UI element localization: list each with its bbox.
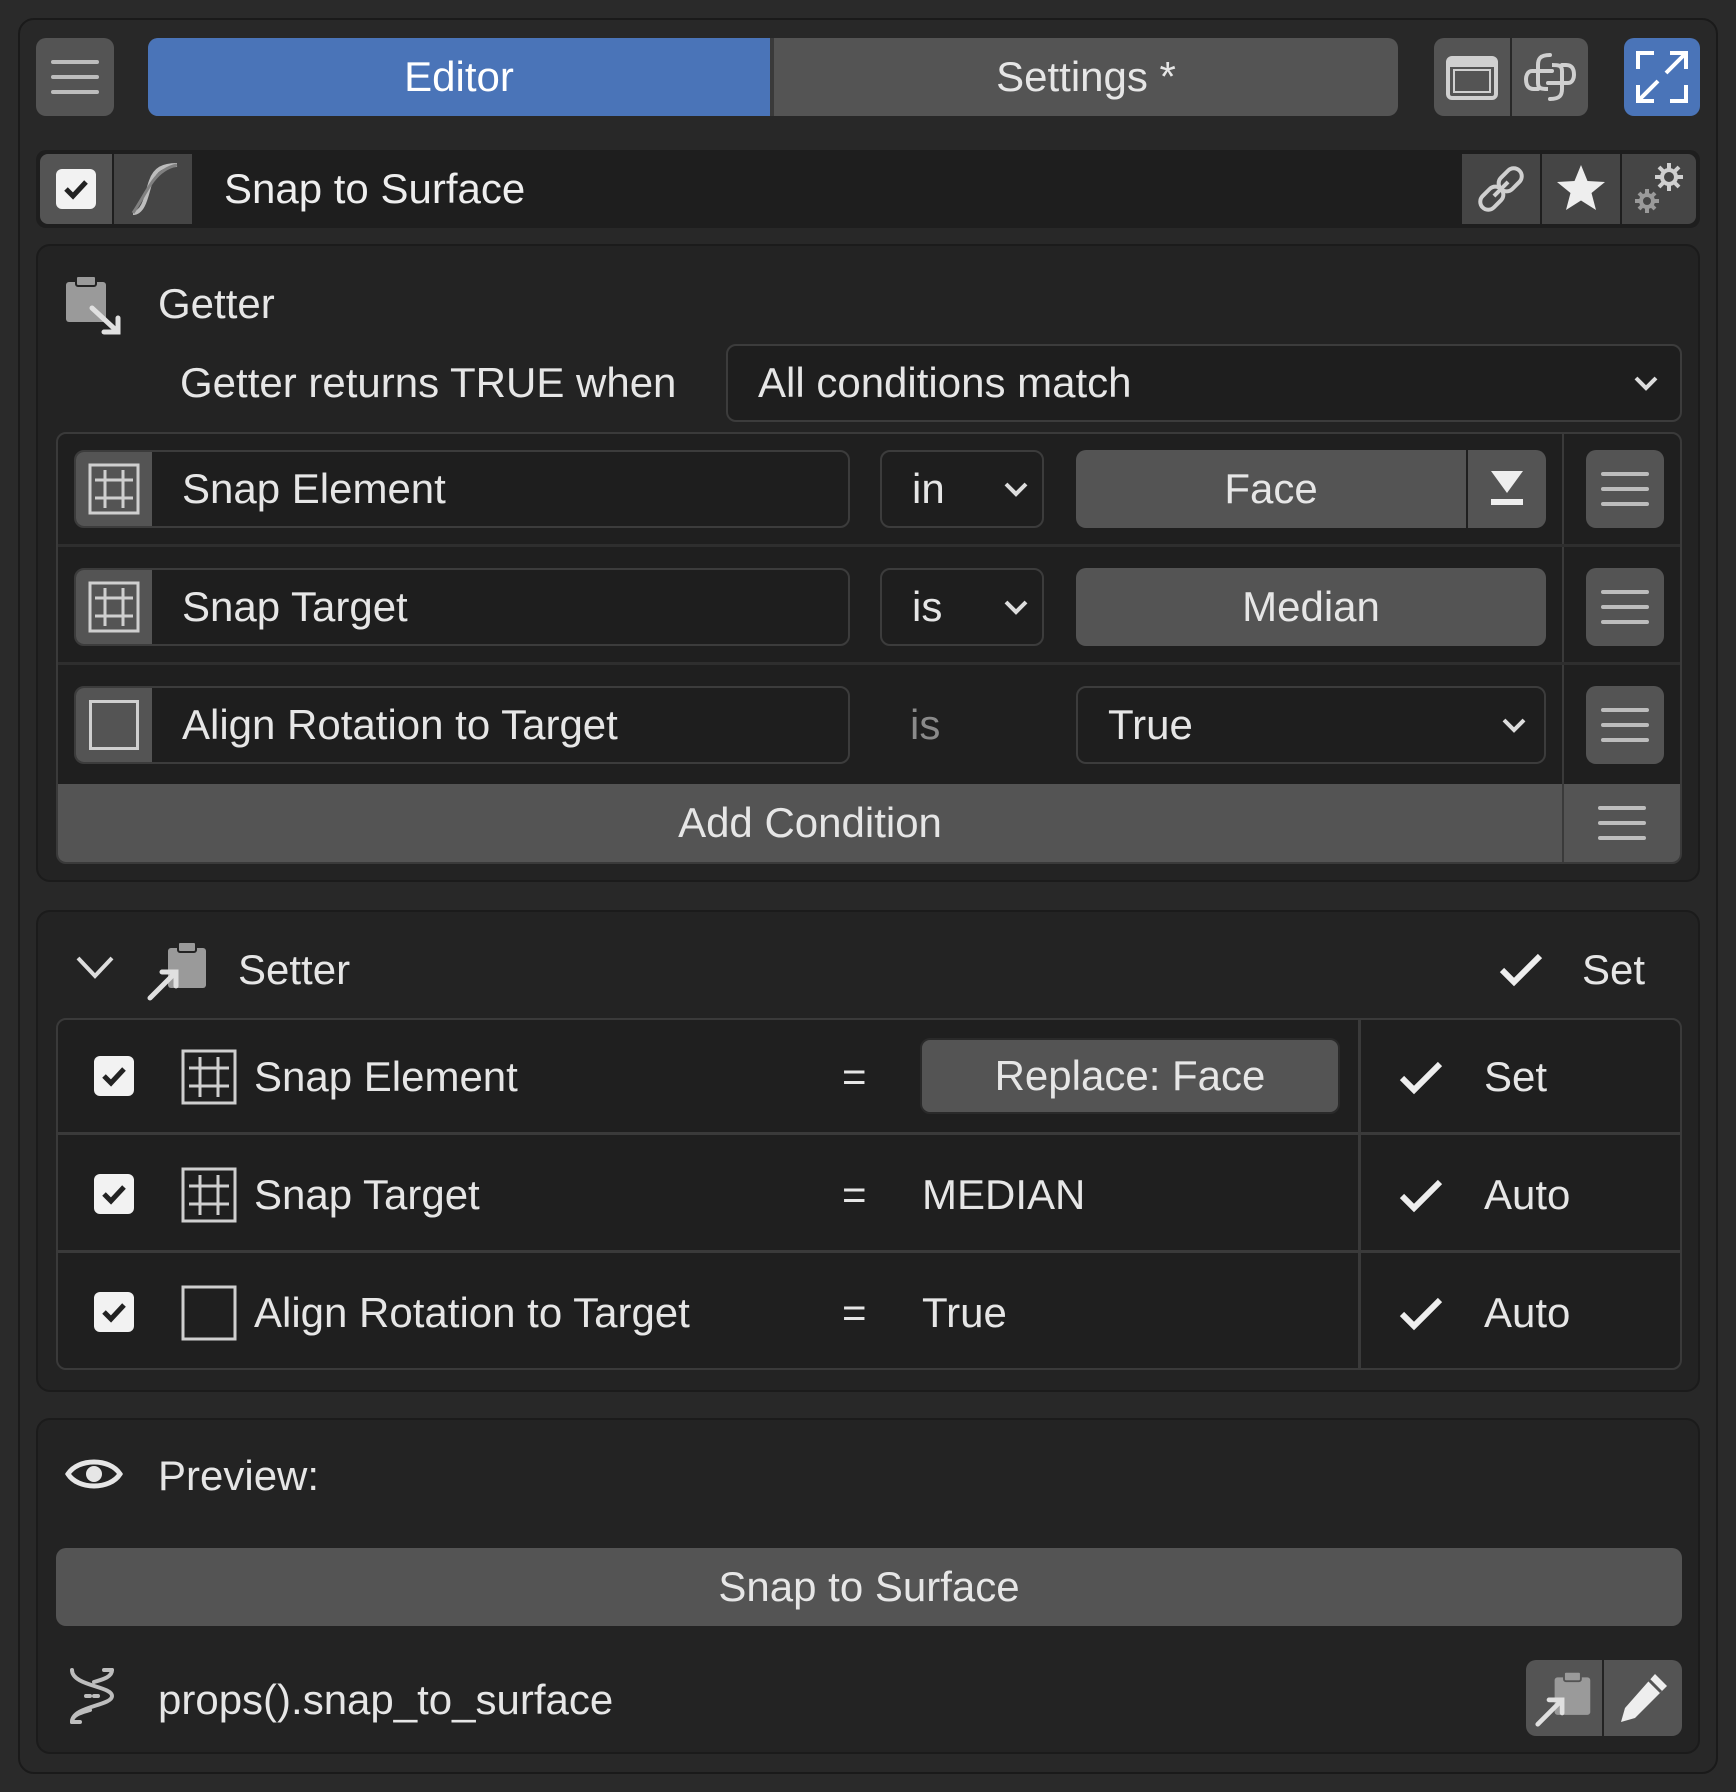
check-icon bbox=[102, 1067, 126, 1087]
getter-icon bbox=[62, 272, 126, 336]
setter-row-mode[interactable]: Auto bbox=[1484, 1158, 1570, 1232]
maximize-icon bbox=[1636, 51, 1688, 103]
setter-row-mode[interactable]: Auto bbox=[1484, 1276, 1570, 1350]
chevron-down-icon[interactable] bbox=[70, 950, 120, 986]
edit-button[interactable] bbox=[1604, 1660, 1682, 1736]
add-condition-menu-button[interactable] bbox=[1564, 784, 1680, 862]
grid-icon bbox=[180, 1048, 238, 1106]
condition-operator-dropdown[interactable]: is bbox=[880, 568, 1044, 646]
link-button[interactable] bbox=[1462, 154, 1540, 224]
clipboard-paste-icon bbox=[1535, 1670, 1591, 1727]
getter-returns-label: Getter returns TRUE when bbox=[180, 359, 677, 406]
curve-icon bbox=[131, 163, 178, 215]
condition-value-dropdown[interactable]: True bbox=[1076, 686, 1546, 764]
check-icon bbox=[1398, 1294, 1444, 1334]
tab-bar: Editor Settings * bbox=[148, 38, 1398, 116]
chevron-down-icon bbox=[1502, 718, 1526, 733]
checkbox-icon bbox=[180, 1284, 238, 1342]
pick-button[interactable] bbox=[1468, 450, 1546, 528]
check-icon bbox=[56, 169, 96, 209]
chevron-down-icon bbox=[1634, 376, 1658, 391]
eye-icon bbox=[64, 1452, 124, 1496]
condition-operator: is bbox=[910, 701, 941, 748]
condition-property[interactable]: Snap Element bbox=[74, 450, 850, 528]
setter-title: Setter bbox=[238, 946, 351, 993]
menu-icon bbox=[1601, 590, 1649, 594]
menu-icon bbox=[1601, 472, 1649, 476]
favorite-button[interactable] bbox=[1542, 154, 1620, 224]
condition-menu-button[interactable] bbox=[1586, 450, 1664, 528]
setter-set-toggle[interactable]: Set bbox=[1582, 940, 1645, 1000]
equals-sign: = bbox=[842, 1289, 867, 1336]
data-path-icon bbox=[64, 1666, 120, 1726]
chevron-down-icon bbox=[1004, 482, 1028, 497]
window-icon bbox=[1446, 56, 1498, 100]
check-icon bbox=[102, 1185, 126, 1205]
check-icon bbox=[1498, 950, 1544, 990]
condition-value: True bbox=[1108, 701, 1193, 748]
condition-menu-button[interactable] bbox=[1586, 568, 1664, 646]
check-icon bbox=[1398, 1176, 1444, 1216]
getter-mode-dropdown[interactable]: All conditions match bbox=[726, 344, 1682, 422]
setter-row-checkbox[interactable] bbox=[94, 1056, 134, 1096]
preview-label: Preview: bbox=[158, 1452, 320, 1499]
condition-value-button[interactable]: Median bbox=[1076, 568, 1546, 646]
condition-operator-dropdown[interactable]: in bbox=[880, 450, 1044, 528]
preview-button[interactable]: Snap to Surface bbox=[56, 1548, 1682, 1626]
pencil-icon bbox=[1621, 1674, 1667, 1722]
setter-row-value[interactable]: True bbox=[922, 1276, 1007, 1350]
main-menu-button[interactable] bbox=[36, 38, 114, 116]
chevron-down-icon bbox=[1004, 600, 1028, 615]
check-icon bbox=[102, 1303, 126, 1323]
condition-operator: is bbox=[912, 583, 943, 630]
setter-row-mode[interactable]: Set bbox=[1484, 1040, 1547, 1114]
setter-row-property: Snap Element bbox=[254, 1053, 518, 1100]
maximize-button[interactable] bbox=[1624, 38, 1700, 116]
getter-title: Getter bbox=[158, 280, 275, 327]
equals-sign: = bbox=[842, 1053, 867, 1100]
setter-row-checkbox[interactable] bbox=[94, 1174, 134, 1214]
snapshot-title[interactable]: Snap to Surface bbox=[224, 150, 525, 228]
grid-icon bbox=[76, 452, 152, 526]
getter-mode-value: All conditions match bbox=[758, 359, 1132, 406]
grid-icon bbox=[180, 1166, 238, 1224]
setter-row-property: Snap Target bbox=[254, 1171, 480, 1218]
grid-icon bbox=[76, 570, 152, 644]
star-icon bbox=[1557, 165, 1605, 210]
menu-icon bbox=[1598, 806, 1646, 810]
setter-row-value-button[interactable]: Replace: Face bbox=[920, 1038, 1340, 1114]
window-button[interactable] bbox=[1434, 38, 1510, 116]
condition-value-button[interactable]: Face bbox=[1076, 450, 1466, 528]
checkbox-icon bbox=[76, 688, 152, 762]
gears-icon bbox=[1635, 163, 1683, 213]
paste-button[interactable] bbox=[1526, 1660, 1602, 1736]
data-path-text[interactable]: props().snap_to_surface bbox=[158, 1666, 613, 1734]
link-icon bbox=[1478, 166, 1524, 212]
menu-icon bbox=[51, 60, 99, 64]
menu-icon bbox=[1601, 708, 1649, 712]
tab-editor[interactable]: Editor bbox=[148, 38, 770, 116]
enabled-checkbox[interactable] bbox=[40, 154, 112, 224]
condition-property-label: Align Rotation to Target bbox=[182, 701, 618, 748]
condition-operator: in bbox=[912, 465, 945, 512]
condition-property-label: Snap Element bbox=[182, 465, 446, 512]
add-condition-button[interactable]: Add Condition bbox=[58, 784, 1562, 862]
setter-row-value[interactable]: MEDIAN bbox=[922, 1158, 1085, 1232]
condition-property[interactable]: Align Rotation to Target bbox=[74, 686, 850, 764]
equals-sign: = bbox=[842, 1171, 867, 1218]
setter-icon bbox=[146, 938, 210, 1002]
python-icon bbox=[1523, 53, 1577, 101]
python-button[interactable] bbox=[1512, 38, 1588, 116]
condition-property[interactable]: Snap Target bbox=[74, 568, 850, 646]
check-icon bbox=[1398, 1058, 1444, 1098]
condition-property-label: Snap Target bbox=[182, 583, 408, 630]
setter-row-checkbox[interactable] bbox=[94, 1292, 134, 1332]
condition-menu-button[interactable] bbox=[1586, 686, 1664, 764]
eyedropper-down-icon bbox=[1491, 471, 1523, 505]
curve-button[interactable] bbox=[114, 154, 192, 224]
setter-row-property: Align Rotation to Target bbox=[254, 1289, 690, 1336]
tab-settings[interactable]: Settings * bbox=[774, 38, 1398, 116]
settings-button[interactable] bbox=[1622, 154, 1696, 224]
